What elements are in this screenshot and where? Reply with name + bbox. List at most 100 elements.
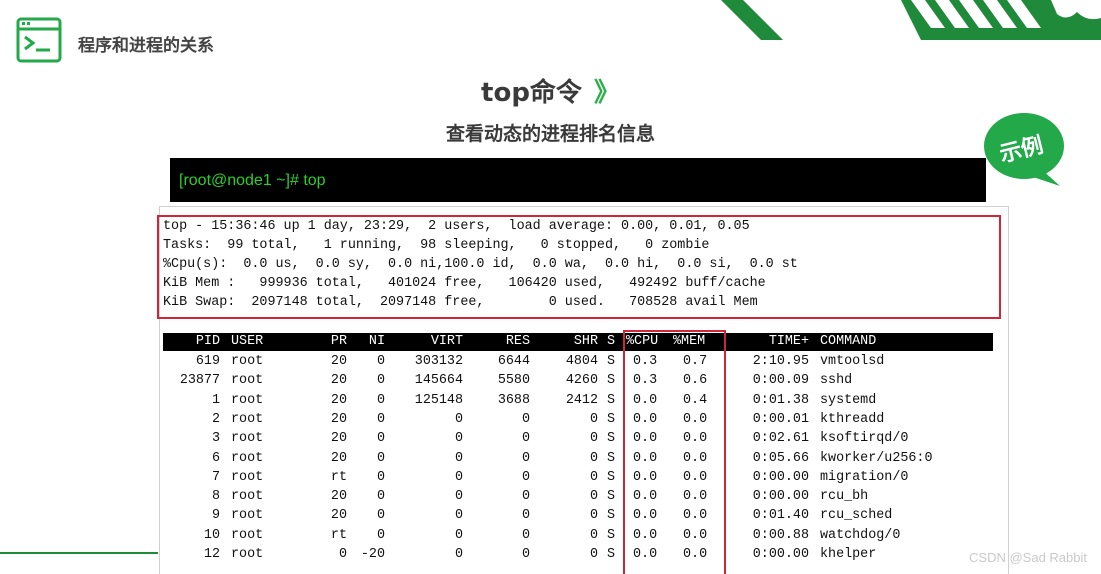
- cell-pr: 20: [330, 392, 347, 408]
- cell-pid: 9: [211, 508, 220, 524]
- footer-line: [0, 552, 158, 554]
- cell-user: root: [231, 411, 264, 427]
- slide-title-text: top命令: [481, 78, 582, 108]
- cell-command: watchdog/0: [820, 527, 901, 543]
- table-row: 619 root 20 0 303132 6644 4804 S 0.3 0.7 2:10.95 vm…: [163, 352, 993, 371]
- header-ni: NI: [368, 334, 385, 349]
- cell-time: 0:00.00: [752, 489, 809, 505]
- cell-user: root: [231, 547, 264, 562]
- cell-time: 0:00.88: [752, 527, 809, 543]
- cell-res: 3688: [497, 392, 530, 408]
- table-row: 6 root 20 0 0 0 0 S 0.0 0.0 0:05.66 kworker/u256:0: [163, 449, 993, 468]
- cell-virt: 0: [454, 527, 463, 543]
- cell-virt: 0: [454, 411, 463, 427]
- cell-user: root: [231, 450, 264, 466]
- cell-virt: 125148: [414, 392, 463, 408]
- cell-res: 0: [521, 450, 530, 466]
- cell-ni: 0: [376, 392, 385, 408]
- command-bar: [root@node1 ~]# top: [170, 158, 986, 202]
- cell-pid: 2: [211, 411, 220, 427]
- cell-command: sshd: [820, 373, 853, 389]
- cell-virt: 303132: [414, 354, 463, 369]
- cell-command: khelper: [820, 547, 877, 562]
- cell-virt: 0: [454, 508, 463, 524]
- cell-virt: 0: [454, 431, 463, 447]
- cell-user: root: [231, 489, 264, 505]
- cell-pid: 12: [203, 547, 220, 562]
- cell-state: S: [607, 450, 616, 466]
- cell-command: migration/0: [820, 469, 909, 485]
- table-row: 1 root 20 0 125148 3688 2412 S 0.0 0.4 0:01.38 syst…: [163, 391, 993, 410]
- cell-virt: 0: [454, 469, 463, 485]
- cell-time: 0:00.01: [752, 411, 809, 427]
- header-time: TIME+: [768, 334, 809, 349]
- cell-time: 0:02.61: [752, 431, 809, 447]
- cell-command: rcu_bh: [820, 489, 869, 505]
- table-row: 12 root 0 -20 0 0 0 S 0.0 0.0 0:00.00 khelper: [163, 545, 993, 564]
- cell-res: 0: [521, 547, 530, 562]
- cell-time: 0:00.00: [752, 469, 809, 485]
- cell-command: vmtoolsd: [820, 354, 885, 369]
- cell-ni: 0: [376, 354, 385, 369]
- cell-state: S: [607, 508, 616, 524]
- cell-ni: 0: [376, 527, 385, 543]
- cell-shr: 0: [589, 469, 598, 485]
- cell-pr: 20: [330, 431, 347, 447]
- cell-res: 0: [521, 508, 530, 524]
- cell-time: 2:10.95: [752, 354, 809, 369]
- cell-pr: 20: [330, 450, 347, 466]
- cell-state: S: [607, 411, 616, 427]
- cell-shr: 0: [589, 508, 598, 524]
- header-res: RES: [505, 334, 530, 349]
- cell-pid: 7: [211, 469, 220, 485]
- cell-shr: 2412: [565, 392, 598, 408]
- cell-res: 0: [521, 431, 530, 447]
- cell-shr: 4260: [565, 373, 598, 389]
- cell-shr: 0: [589, 431, 598, 447]
- cell-shr: 0: [589, 450, 598, 466]
- header-virt: VIRT: [430, 334, 463, 349]
- cell-user: root: [231, 373, 264, 389]
- cell-shr: 0: [589, 527, 598, 543]
- cell-res: 6644: [497, 354, 530, 369]
- cell-user: root: [231, 508, 264, 524]
- cell-state: S: [607, 431, 616, 447]
- cell-command: kthreadd: [820, 411, 885, 427]
- cell-time: 0:00.00: [752, 547, 809, 562]
- slide-title: top命令》: [0, 72, 1101, 109]
- cell-state: S: [607, 547, 616, 562]
- cell-pr: 20: [330, 411, 347, 427]
- cell-command: kworker/u256:0: [820, 450, 933, 466]
- section-title: 程序和进程的关系: [78, 36, 214, 56]
- cell-pr: rt: [330, 527, 347, 543]
- cell-user: root: [231, 431, 264, 447]
- header-state: S: [607, 334, 616, 349]
- slide-subtitle: 查看动态的进程排名信息: [445, 123, 655, 145]
- cell-pr: 20: [330, 489, 347, 505]
- cell-time: 0:05.66: [752, 450, 809, 466]
- cell-ni: 0: [376, 431, 385, 447]
- cell-pr: 20: [330, 508, 347, 524]
- cell-ni: 0: [376, 373, 385, 389]
- cell-user: root: [231, 354, 264, 369]
- cell-command: ksoftirqd/0: [820, 431, 909, 447]
- cell-state: S: [607, 354, 616, 369]
- cell-ni: 0: [376, 450, 385, 466]
- table-row: 3 root 20 0 0 0 0 S 0.0 0.0 0:02.61 ksoftirqd/0: [163, 429, 993, 448]
- cell-pr: 20: [330, 373, 347, 389]
- cell-state: S: [607, 392, 616, 408]
- cell-state: S: [607, 489, 616, 505]
- cell-pid: 8: [211, 489, 220, 505]
- cell-pid: 3: [211, 431, 220, 447]
- cell-pr: rt: [330, 469, 347, 485]
- cell-pid: 1: [211, 392, 220, 408]
- summary-highlight-box: [157, 215, 1001, 319]
- cell-state: S: [607, 469, 616, 485]
- cell-res: 0: [521, 411, 530, 427]
- header-command: COMMAND: [820, 334, 877, 349]
- process-table-header: PID USER PR NI VIRT RES SHR S %CPU %MEM …: [163, 333, 993, 351]
- cell-virt: 0: [454, 489, 463, 505]
- header-pid: PID: [195, 334, 220, 349]
- cell-command: systemd: [820, 392, 877, 408]
- cell-shr: 4804: [565, 354, 598, 369]
